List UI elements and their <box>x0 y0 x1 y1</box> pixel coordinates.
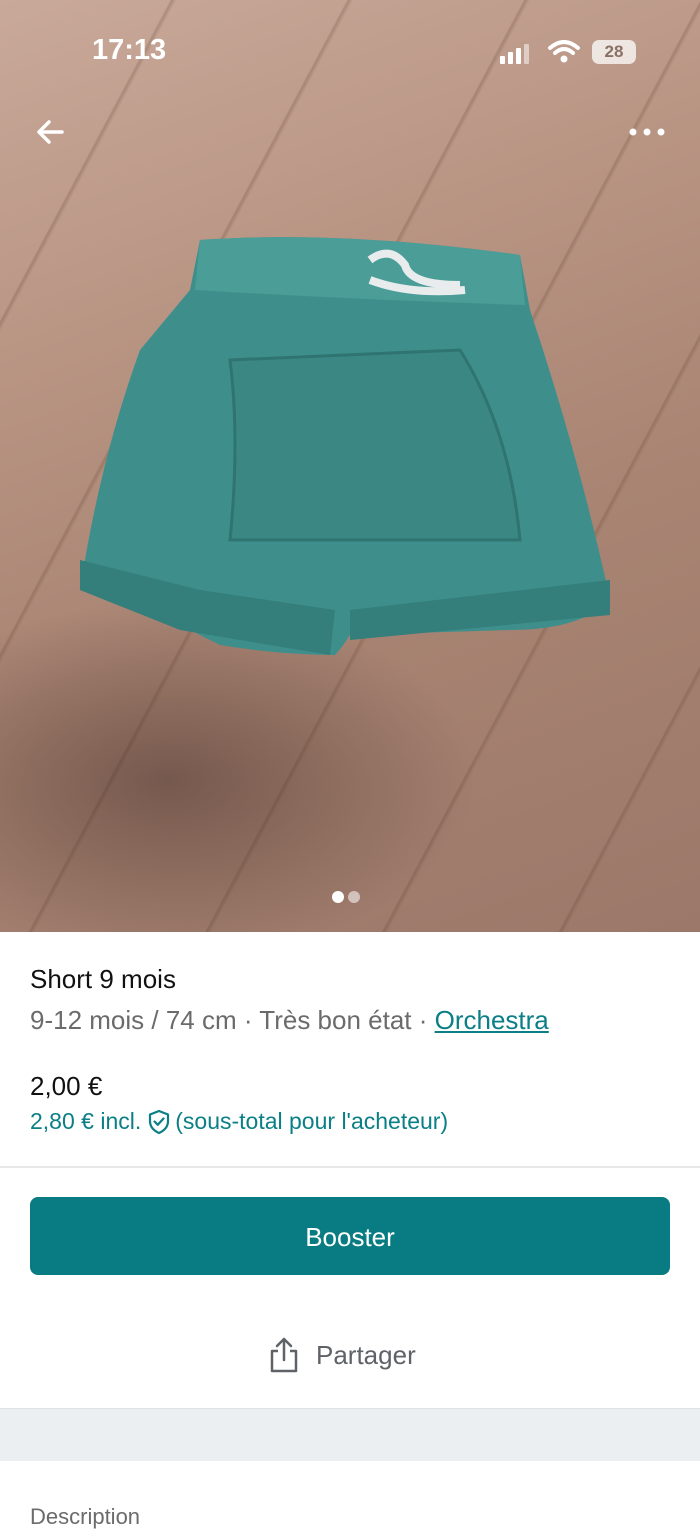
description-label: Description <box>30 1504 141 1529</box>
gallery-dot-active <box>332 891 344 903</box>
item-meta: 9-12 mois / 74 cm · Très bon état · Orch… <box>30 1005 549 1036</box>
share-label: Partager <box>316 1339 416 1370</box>
gallery-dot <box>348 891 360 903</box>
item-price: 2,00 € <box>30 1071 103 1101</box>
wifi-icon <box>548 40 580 63</box>
cellular-signal-icon <box>500 44 529 64</box>
section-separator <box>0 1409 700 1461</box>
meta-separator: · <box>236 1005 260 1035</box>
item-title: Short 9 mois <box>30 964 176 994</box>
product-photo[interactable] <box>0 0 700 932</box>
shield-check-icon <box>149 1109 170 1134</box>
back-arrow-icon[interactable] <box>34 116 66 148</box>
price-note: (sous-total pour l'acheteur) <box>175 1108 449 1134</box>
buyer-protection-price[interactable]: 2,80 € incl. (sous-total pour l'acheteur… <box>30 1108 448 1135</box>
more-icon[interactable] <box>628 126 668 138</box>
status-bar: 17:13 28 <box>0 0 700 100</box>
shorts-image <box>80 237 610 655</box>
share-button[interactable]: Partager <box>268 1336 416 1374</box>
meta-separator: · <box>411 1005 435 1035</box>
battery-icon: 28 <box>592 40 636 64</box>
item-size: 9-12 mois / 74 cm <box>30 1005 237 1035</box>
item-condition: Très bon état <box>259 1005 412 1035</box>
brand-link[interactable]: Orchestra <box>435 1005 549 1035</box>
share-icon <box>270 1337 298 1373</box>
booster-button[interactable]: Booster <box>30 1197 670 1275</box>
price-incl: 2,80 € incl. <box>30 1108 142 1134</box>
status-time: 17:13 <box>92 34 167 66</box>
divider <box>0 1166 700 1168</box>
gallery-pagination <box>332 890 364 908</box>
